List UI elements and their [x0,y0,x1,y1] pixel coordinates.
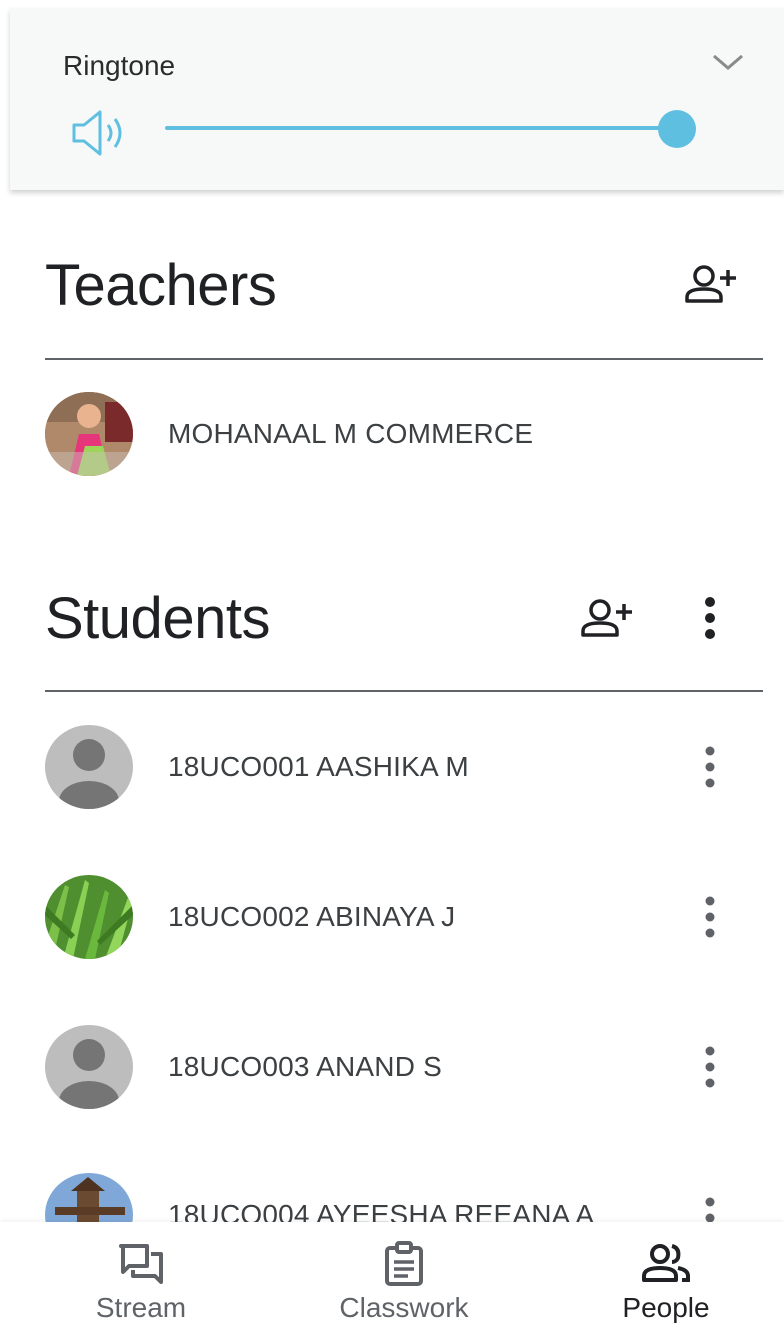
stream-icon [119,1244,163,1284]
volume-panel: Ringtone [10,8,784,190]
student-name: 18UCO002 ABINAYA J [168,901,456,932]
avatar [45,392,133,476]
volume-slider-track[interactable] [165,126,685,130]
student-photo [45,875,133,959]
volume-slider-thumb[interactable] [658,110,696,148]
person-add-icon[interactable] [580,598,634,640]
avatar [45,875,133,959]
teachers-divider [45,358,763,360]
avatar [45,1025,133,1109]
default-avatar-icon [59,739,119,809]
avatar [45,725,133,809]
teacher-name: MOHANAAL M COMMERCE [168,418,534,449]
students-divider [45,690,763,692]
people-icon [642,1244,690,1282]
student-name: 18UCO001 AASHIKA M [168,751,469,782]
more-vertical-icon[interactable] [703,596,717,640]
nav-people-label: People [622,1292,710,1323]
students-heading: Students [45,586,270,651]
bottom-navigation: Stream Classwork People [0,1222,784,1332]
nav-classwork[interactable]: Classwork [304,1222,504,1332]
teacher-photo [45,392,133,476]
volume-label: Ringtone [63,50,176,81]
nav-classwork-label: Classwork [339,1292,469,1323]
teachers-heading: Teachers [45,253,277,318]
nav-people[interactable]: People [566,1222,766,1332]
more-vertical-icon[interactable] [703,1045,717,1089]
classwork-icon [385,1241,423,1286]
chevron-down-icon[interactable] [710,50,746,74]
nav-stream-label: Stream [95,1292,187,1323]
more-vertical-icon[interactable] [703,745,717,789]
default-avatar-icon [59,1039,119,1109]
nav-stream[interactable]: Stream [41,1222,241,1332]
student-name: 18UCO003 ANAND S [168,1051,442,1082]
speaker-icon[interactable] [70,108,128,158]
person-add-icon[interactable] [684,264,738,306]
more-vertical-icon[interactable] [703,895,717,939]
